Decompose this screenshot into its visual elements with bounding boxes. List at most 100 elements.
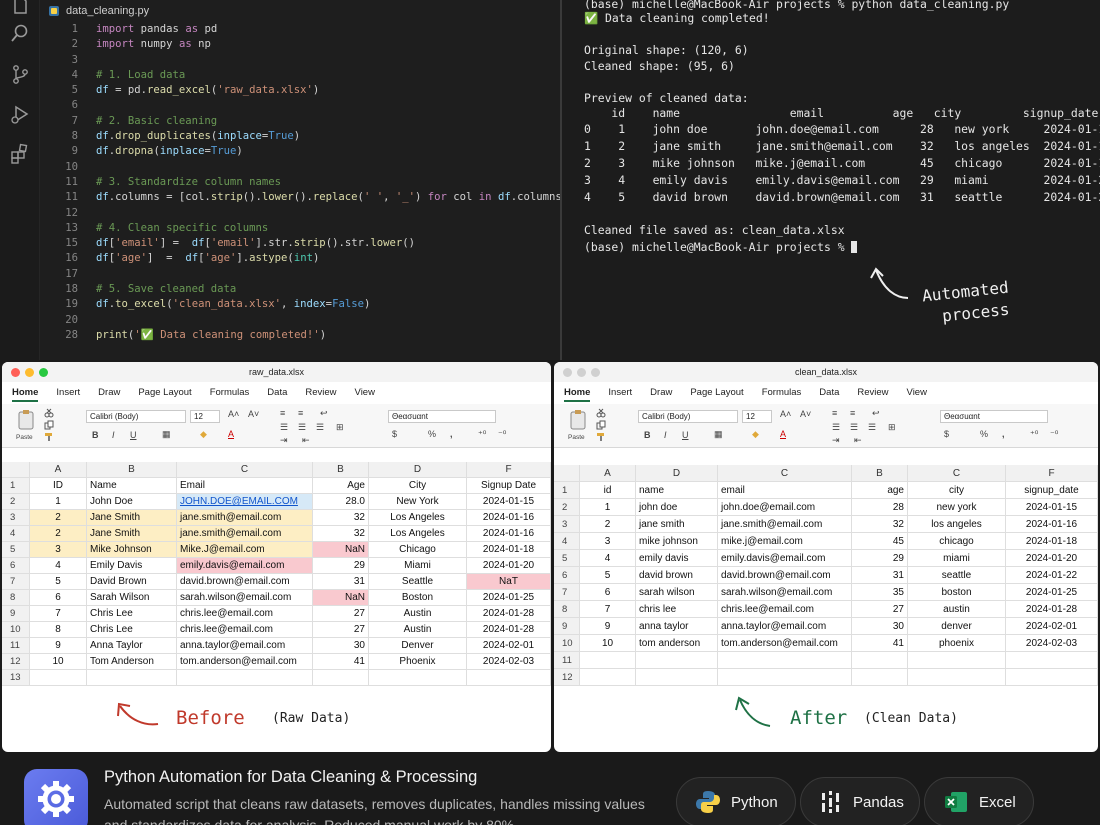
table-cell[interactable]: 29	[852, 550, 908, 567]
table-cell[interactable]: 6	[30, 590, 87, 606]
table-cell[interactable]: Anna Taylor	[87, 638, 177, 654]
table-cell[interactable]: mike johnson	[636, 533, 718, 550]
table-cell[interactable]: 3	[580, 533, 636, 550]
table-cell[interactable]: chris.lee@email.com	[177, 622, 313, 638]
align-top-icon[interactable]: ≡	[832, 408, 837, 418]
table-cell[interactable]: 32	[313, 510, 369, 526]
decrease-font-icon[interactable]: A˅	[248, 409, 259, 419]
bold-icon[interactable]: B	[92, 430, 99, 440]
comma-icon[interactable]: ,	[450, 429, 453, 439]
align-middle-icon[interactable]: ≡	[850, 408, 855, 418]
table-cell[interactable]: New York	[369, 494, 467, 510]
header-cell[interactable]: Age	[313, 478, 369, 494]
tag-pandas[interactable]: Pandas	[800, 777, 920, 825]
format-painter-icon[interactable]	[596, 432, 606, 442]
wrap-text-icon[interactable]: ↩	[320, 408, 328, 419]
row-header[interactable]: 7	[554, 584, 580, 601]
table-cell[interactable]: john doe	[636, 499, 718, 516]
percent-icon[interactable]: %	[428, 429, 436, 439]
table-cell[interactable]: 2024-01-28	[1006, 601, 1098, 618]
table-cell[interactable]: 2024-01-25	[467, 590, 551, 606]
header-cell[interactable]: Email	[177, 478, 313, 494]
row-header[interactable]: 11	[554, 652, 580, 669]
row-header[interactable]: 4	[554, 533, 580, 550]
table-cell[interactable]: 1	[580, 499, 636, 516]
table-cell[interactable]: 4	[30, 558, 87, 574]
table-cell[interactable]	[580, 652, 636, 669]
cut-icon[interactable]	[44, 408, 54, 418]
ribbon-tab-review[interactable]: Review	[305, 384, 336, 402]
table-cell[interactable]: 28	[852, 499, 908, 516]
fill-color-icon[interactable]: ◆	[200, 429, 207, 440]
table-cell[interactable]: david.brown@email.com	[177, 574, 313, 590]
fill-color-icon[interactable]: ◆	[752, 429, 759, 440]
header-cell[interactable]: city	[908, 482, 1006, 499]
table-cell[interactable]: 31	[852, 567, 908, 584]
table-cell[interactable]: tom.anderson@email.com	[177, 654, 313, 670]
table-cell[interactable]: 27	[313, 622, 369, 638]
ribbon-tab-insert[interactable]: Insert	[56, 384, 80, 402]
table-cell[interactable]	[636, 669, 718, 686]
table-cell[interactable]	[1006, 652, 1098, 669]
column-header-f[interactable]: F	[467, 462, 551, 478]
table-cell[interactable]	[852, 652, 908, 669]
table-cell[interactable]: 9	[580, 618, 636, 635]
table-cell[interactable]	[718, 669, 852, 686]
table-cell[interactable]: 29	[313, 558, 369, 574]
code-area[interactable]: 1 import pandas as pd 2 import numpy as np 3…	[50, 22, 560, 343]
table-cell[interactable]: 32	[313, 526, 369, 542]
table-cell[interactable]: 5	[30, 574, 87, 590]
table-cell[interactable]: John Doe	[87, 494, 177, 510]
table-cell[interactable]	[313, 670, 369, 686]
table-cell[interactable]: Chris Lee	[87, 606, 177, 622]
align-right-icon[interactable]: ☰	[868, 422, 876, 433]
table-cell[interactable]: 2024-01-20	[1006, 550, 1098, 567]
ribbon-tab-draw[interactable]: Draw	[98, 384, 120, 402]
table-cell[interactable]: NaN	[313, 542, 369, 558]
increase-font-icon[interactable]: A˄	[780, 409, 791, 419]
clipboard-icon[interactable]	[16, 408, 38, 432]
terminal-panel[interactable]: (base) michelle@MacBook-Air projects % p…	[562, 0, 1100, 360]
table-cell[interactable]: 10	[30, 654, 87, 670]
row-header[interactable]: 12	[554, 669, 580, 686]
percent-icon[interactable]: %	[980, 429, 988, 439]
search-icon[interactable]	[9, 22, 31, 44]
extensions-icon[interactable]	[9, 143, 31, 165]
minimize-icon[interactable]	[25, 368, 34, 377]
table-cell[interactable]: 2024-01-18	[467, 542, 551, 558]
ribbon-tab-page-layout[interactable]: Page Layout	[138, 384, 191, 402]
ribbon-tab-data[interactable]: Data	[267, 384, 287, 402]
table-cell[interactable]: Los Angeles	[369, 510, 467, 526]
table-cell[interactable]: 1	[30, 494, 87, 510]
row-header[interactable]: 5	[554, 550, 580, 567]
table-cell[interactable]: NaT	[467, 574, 551, 590]
cut-icon[interactable]	[596, 408, 606, 418]
table-cell[interactable]: 10	[580, 635, 636, 652]
align-center-icon[interactable]: ☰	[298, 422, 306, 433]
table-cell[interactable]: Denver	[369, 638, 467, 654]
copy-icon[interactable]	[44, 420, 54, 430]
currency-icon[interactable]: $	[392, 429, 397, 439]
column-header-b[interactable]: B	[313, 462, 369, 478]
table-cell[interactable]: 2024-02-03	[467, 654, 551, 670]
row-header[interactable]: 1	[2, 478, 30, 494]
italic-icon[interactable]: I	[112, 430, 115, 440]
table-cell[interactable]	[580, 669, 636, 686]
close-icon[interactable]	[563, 368, 572, 377]
table-cell[interactable]: chris.lee@email.com	[177, 606, 313, 622]
align-middle-icon[interactable]: ≡	[298, 408, 303, 418]
row-header[interactable]: 10	[2, 622, 30, 638]
table-cell[interactable]: Austin	[369, 606, 467, 622]
row-header[interactable]: 13	[2, 670, 30, 686]
table-cell[interactable]	[1006, 669, 1098, 686]
table-cell[interactable]: david.brown@email.com	[718, 567, 852, 584]
table-cell[interactable]: 2024-01-28	[467, 606, 551, 622]
underline-icon[interactable]: U	[130, 430, 137, 440]
font-size-select[interactable]: 12	[190, 410, 220, 423]
table-cell[interactable]: Mike.J@email.com	[177, 542, 313, 558]
table-cell[interactable]: chicago	[908, 533, 1006, 550]
indent-icon[interactable]: ⇥	[280, 435, 288, 446]
comma-icon[interactable]: ,	[1002, 429, 1005, 439]
align-center-icon[interactable]: ☰	[850, 422, 858, 433]
table-cell[interactable]: 2024-02-03	[1006, 635, 1098, 652]
